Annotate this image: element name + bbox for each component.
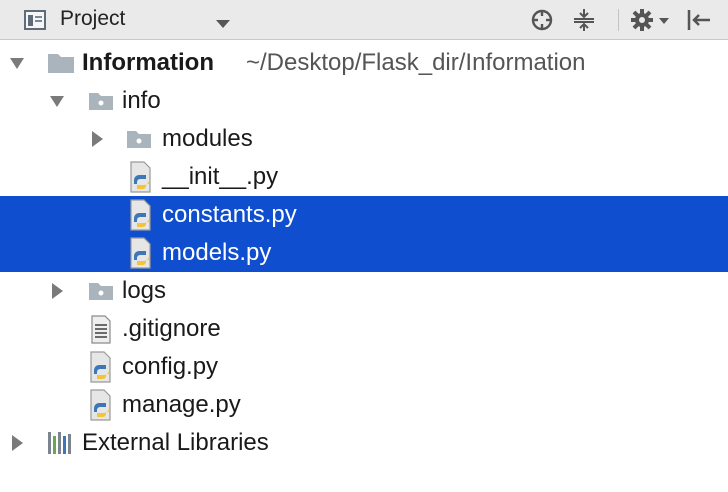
tree-label: logs: [122, 277, 167, 304]
root-path: ~/Desktop/Flask_dir/Information: [246, 49, 586, 76]
tree-row-information[interactable]: Information ~/Desktop/Flask_dir/Informat…: [0, 44, 728, 82]
tree-label: constants.py: [162, 201, 297, 228]
expanded-arrow-icon[interactable]: [48, 82, 68, 120]
tree-label: manage.py: [122, 391, 241, 418]
tree-row-init-py[interactable]: __init__.py: [0, 158, 728, 196]
tree-row-external-libraries[interactable]: External Libraries: [0, 424, 728, 462]
hide-panel-icon[interactable]: [686, 8, 712, 37]
panel-title[interactable]: Project: [60, 7, 125, 31]
tree-row-gitignore[interactable]: .gitignore: [0, 310, 728, 348]
collapsed-arrow-icon[interactable]: [88, 120, 108, 158]
project-toolbar: Project: [0, 0, 728, 40]
tree-label: External Libraries: [82, 429, 269, 456]
project-view-icon[interactable]: [24, 10, 46, 35]
tree-row-constants-py[interactable]: constants.py: [0, 196, 728, 234]
toolbar-divider: [618, 9, 619, 31]
tree-row-modules[interactable]: modules: [0, 120, 728, 158]
tree-label: info: [122, 87, 161, 114]
tree-label: Information: [82, 49, 214, 76]
collapsed-arrow-icon[interactable]: [8, 424, 28, 462]
tree-row-manage-py[interactable]: manage.py: [0, 386, 728, 424]
collapsed-arrow-icon[interactable]: [48, 272, 68, 310]
dropdown-caret-icon[interactable]: [216, 16, 230, 34]
expanded-arrow-icon[interactable]: [8, 44, 28, 82]
tree-row-config-py[interactable]: config.py: [0, 348, 728, 386]
locate-icon[interactable]: [530, 8, 554, 37]
tree-label: modules: [162, 125, 253, 152]
tree-row-models-py[interactable]: models.py: [0, 234, 728, 272]
tree-label: .gitignore: [122, 315, 221, 342]
libraries-icon: [46, 424, 76, 474]
tree-label: config.py: [122, 353, 219, 380]
settings-gear-icon[interactable]: [630, 8, 672, 37]
tree-row-logs[interactable]: logs: [0, 272, 728, 310]
tree-label: __init__.py: [162, 163, 279, 190]
tree-row-info[interactable]: info: [0, 82, 728, 120]
collapse-all-icon[interactable]: [572, 8, 596, 37]
tree-label: models.py: [162, 239, 272, 266]
